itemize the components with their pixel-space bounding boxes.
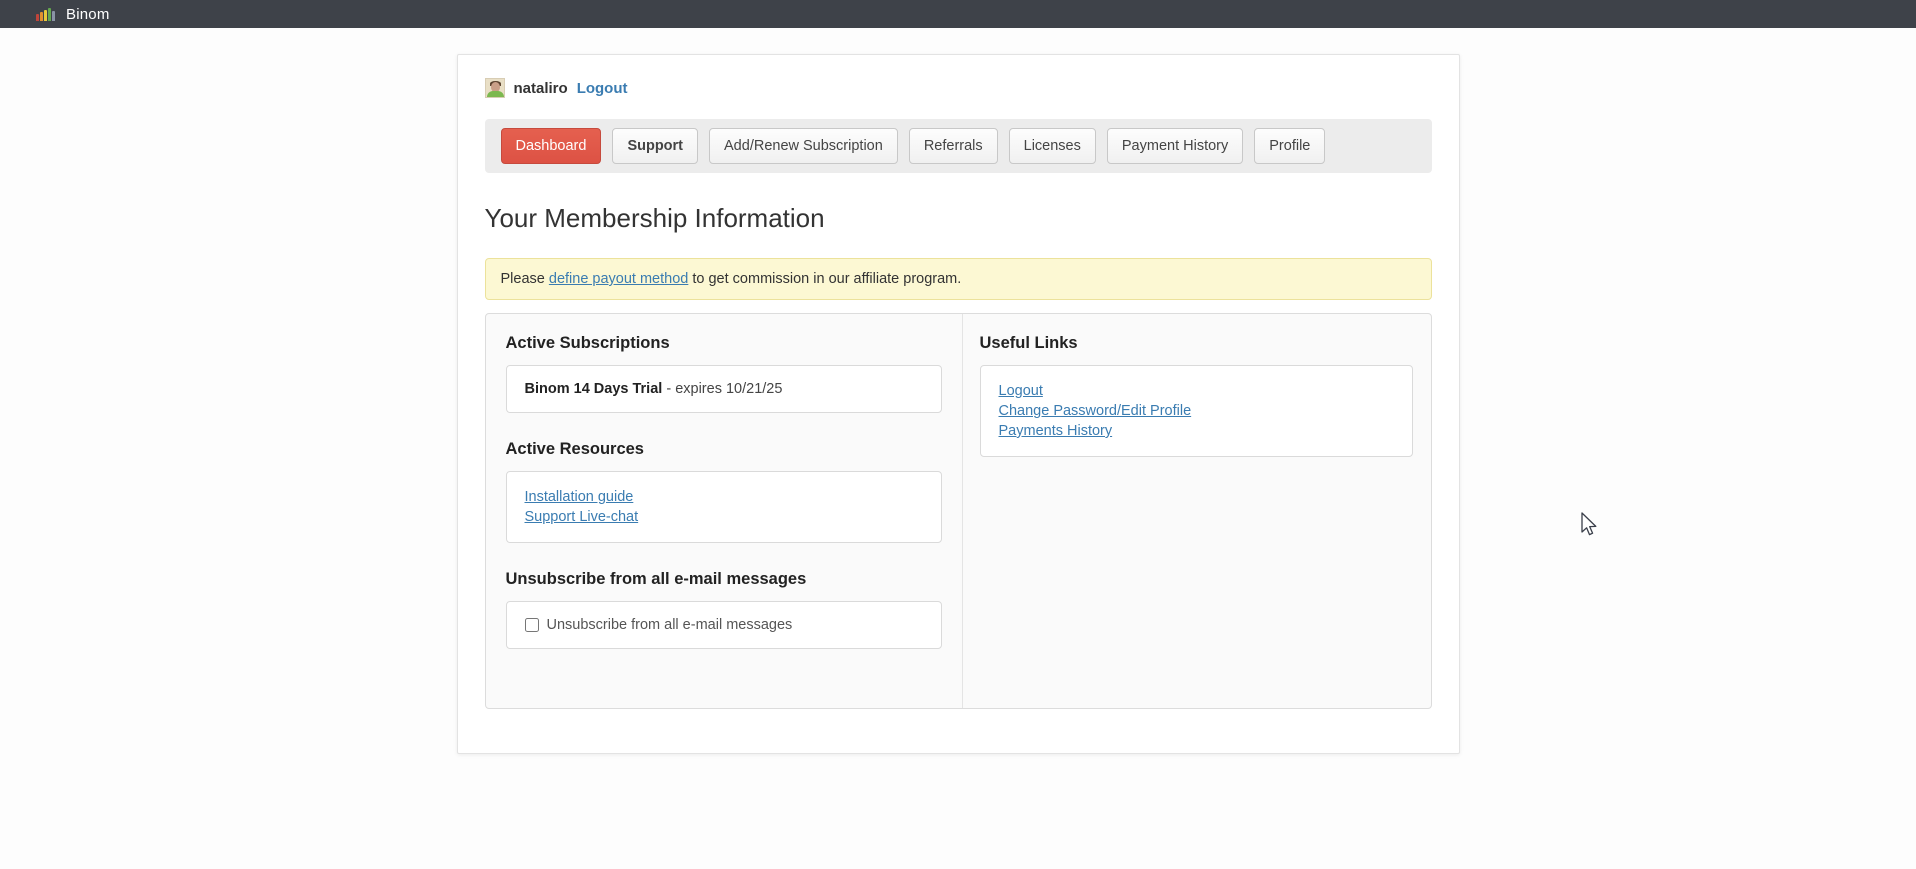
resources-box: Installation guide Support Live-chat	[506, 471, 942, 543]
avatar	[485, 78, 505, 98]
change-password-edit-profile-link[interactable]: Change Password/Edit Profile	[999, 401, 1394, 421]
alert-text-suffix: to get commission in our affiliate progr…	[688, 271, 961, 287]
unsubscribe-checkbox[interactable]	[525, 618, 539, 632]
define-payout-method-link[interactable]: define payout method	[549, 271, 688, 287]
membership-panel: Active Subscriptions Binom 14 Days Trial…	[485, 313, 1432, 709]
panel-left-column: Active Subscriptions Binom 14 Days Trial…	[486, 314, 963, 708]
active-subscriptions-heading: Active Subscriptions	[506, 334, 942, 353]
active-resources-heading: Active Resources	[506, 440, 942, 459]
subscription-name: Binom 14 Days Trial	[525, 381, 663, 397]
useful-links-box: Logout Change Password/Edit Profile Paym…	[980, 365, 1413, 457]
alert-text-prefix: Please	[501, 271, 549, 287]
tab-support[interactable]: Support	[612, 128, 698, 164]
payout-alert: Please define payout method to get commi…	[485, 258, 1432, 300]
tab-dashboard[interactable]: Dashboard	[501, 128, 602, 164]
useful-logout-link[interactable]: Logout	[999, 381, 1394, 401]
top-bar: Binom	[0, 0, 1916, 28]
subscription-expires: - expires 10/21/25	[662, 381, 782, 397]
tab-licenses[interactable]: Licenses	[1009, 128, 1096, 164]
useful-links-heading: Useful Links	[980, 334, 1413, 353]
subscription-box: Binom 14 Days Trial - expires 10/21/25	[506, 365, 942, 413]
arrow-cursor-icon	[1578, 512, 1598, 543]
tab-add-renew-subscription[interactable]: Add/Renew Subscription	[709, 128, 898, 164]
user-row: nataliro Logout	[485, 78, 1432, 98]
membership-card: nataliro Logout Dashboard Support Add/Re…	[457, 54, 1460, 754]
bar-chart-icon	[36, 7, 55, 21]
installation-guide-link[interactable]: Installation guide	[525, 487, 923, 507]
tab-payment-history[interactable]: Payment History	[1107, 128, 1243, 164]
username: nataliro	[514, 80, 568, 97]
panel-right-column: Useful Links Logout Change Password/Edit…	[963, 314, 1431, 708]
unsubscribe-box: Unsubscribe from all e-mail messages	[506, 601, 942, 649]
payments-history-link[interactable]: Payments History	[999, 421, 1394, 441]
unsubscribe-heading: Unsubscribe from all e-mail messages	[506, 570, 942, 589]
unsubscribe-checkbox-row: Unsubscribe from all e-mail messages	[525, 617, 923, 633]
tab-strip: Dashboard Support Add/Renew Subscription…	[485, 119, 1432, 173]
support-live-chat-link[interactable]: Support Live-chat	[525, 507, 923, 527]
tab-referrals[interactable]: Referrals	[909, 128, 998, 164]
unsubscribe-checkbox-label: Unsubscribe from all e-mail messages	[547, 617, 793, 633]
brand-name: Binom	[66, 6, 110, 23]
page-title: Your Membership Information	[485, 203, 1432, 234]
logout-link[interactable]: Logout	[577, 80, 628, 97]
tab-profile[interactable]: Profile	[1254, 128, 1325, 164]
